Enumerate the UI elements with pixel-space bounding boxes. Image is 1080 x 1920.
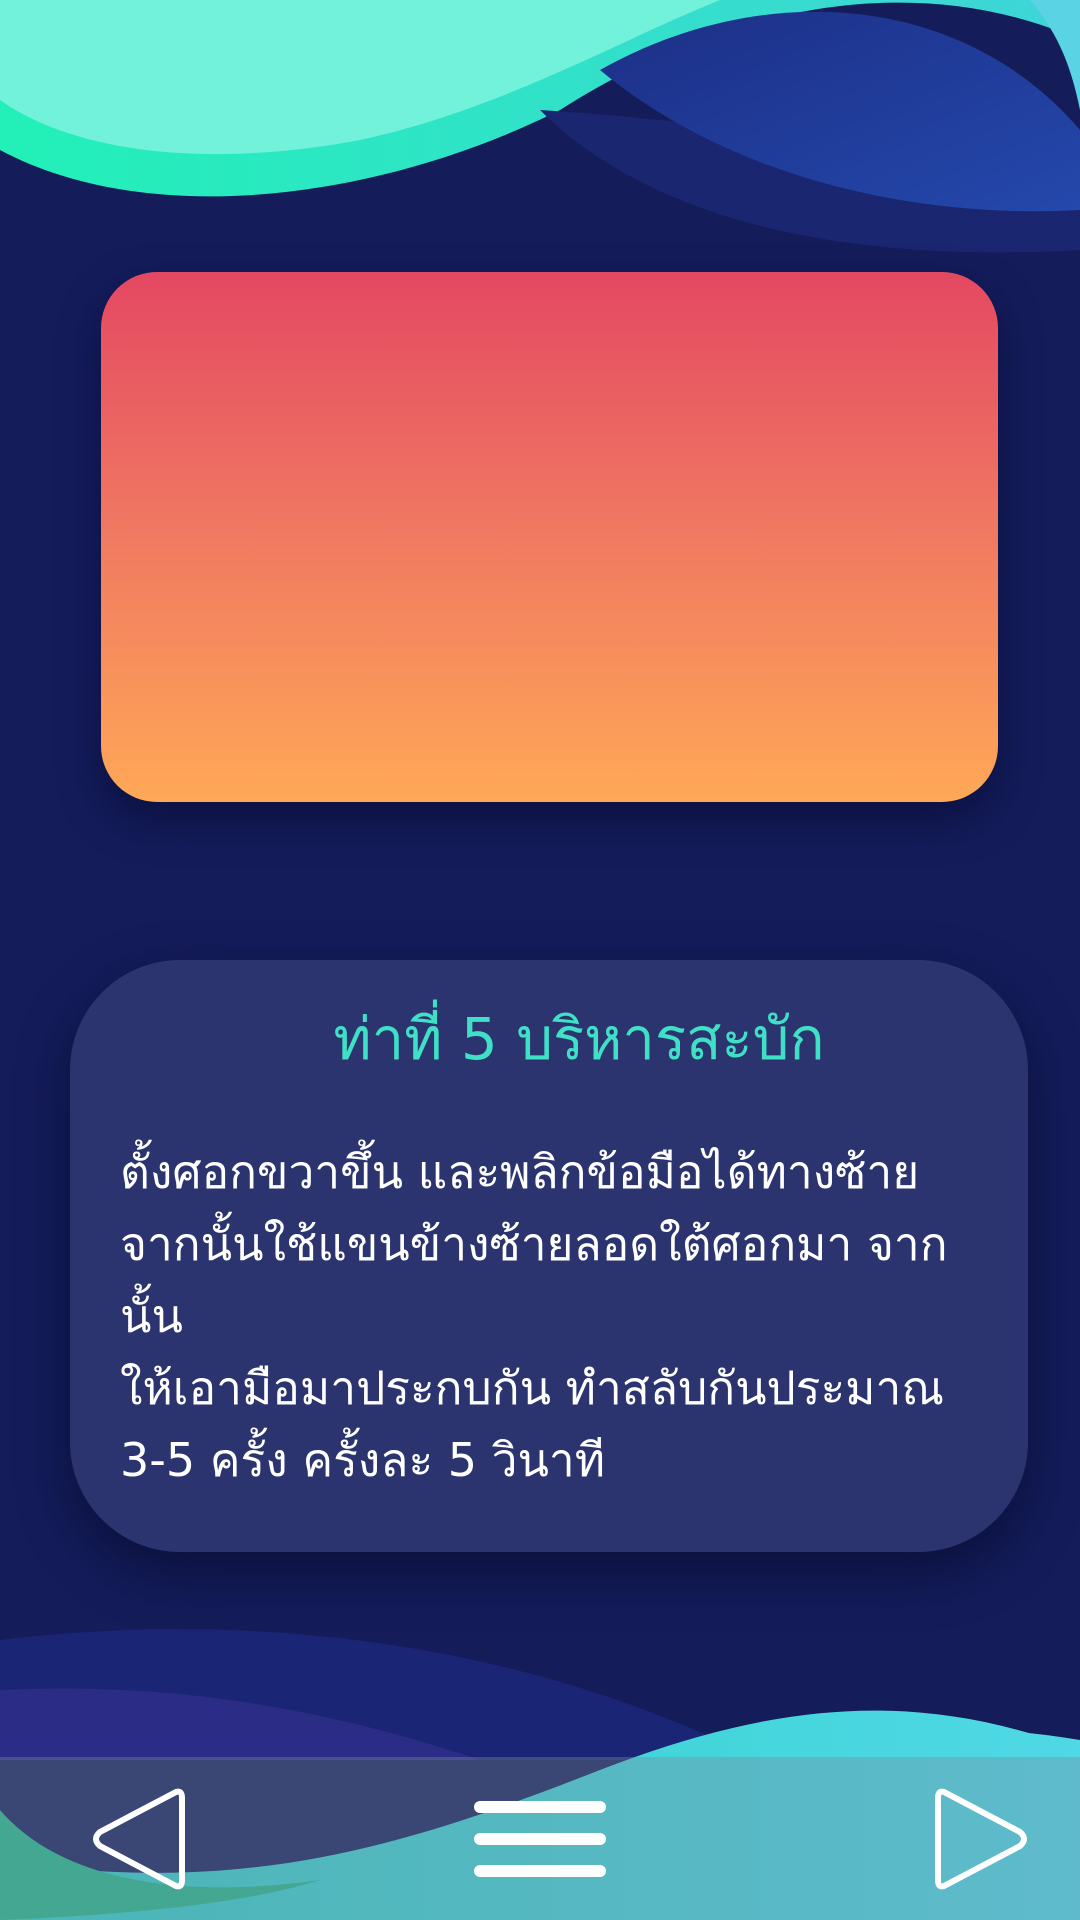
hamburger-menu-icon: [474, 1800, 606, 1877]
exercise-title: ท่าที่ 5 บริหารสะบัก: [333, 1005, 825, 1073]
triangle-left-outline-icon: [93, 1788, 185, 1889]
bottom-navigation-bar: [0, 1757, 1080, 1920]
menu-button[interactable]: [460, 1757, 620, 1920]
previous-button[interactable]: [82, 1757, 192, 1920]
exercise-media-card: [101, 272, 998, 802]
triangle-right-outline-icon: [935, 1788, 1027, 1889]
next-button[interactable]: [928, 1757, 1038, 1920]
exercise-info-card: ท่าที่ 5 บริหารสะบัก ตั้งศอกขวาขึ้น และพ…: [70, 960, 1028, 1552]
exercise-description: ตั้งศอกขวาขึ้น และพลิกข้อมือได้ทางซ้าย จ…: [120, 1145, 948, 1487]
